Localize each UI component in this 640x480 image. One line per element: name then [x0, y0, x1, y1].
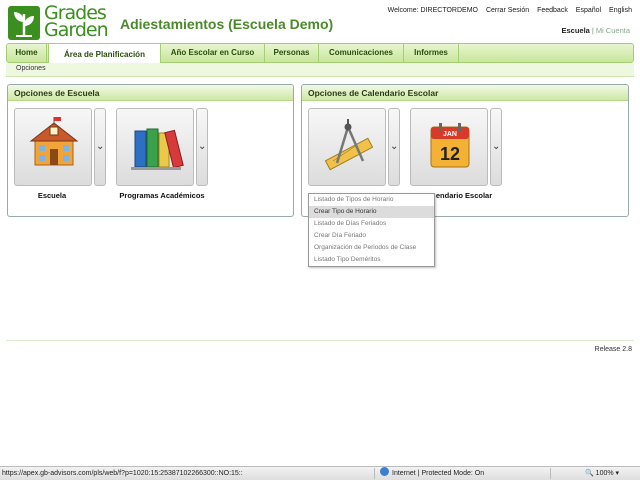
top-links: Welcome: DIRECTORDEMO Cerrar Sesión Feed…	[382, 7, 632, 14]
school-tile-label[interactable]: Escuela	[2, 191, 102, 200]
menu-item-listado-tipos-horario[interactable]: Listado de Tipos de Horario	[309, 194, 434, 206]
academic-programs-tile-label[interactable]: Programas Académicos	[112, 191, 212, 200]
context-mi-cuenta-link[interactable]: Mi Cuenta	[596, 26, 630, 35]
school-tile[interactable]	[14, 108, 92, 186]
tab-home[interactable]: Home	[7, 44, 47, 62]
drafting-tools-icon	[324, 119, 374, 171]
schedule-types-dropdown-menu: Listado de Tipos de Horario Crear Tipo d…	[308, 193, 435, 267]
books-icon	[131, 128, 184, 170]
english-link[interactable]: English	[609, 7, 632, 14]
schedule-types-tile-dropdown[interactable]: ⌄	[388, 108, 400, 186]
browser-status-bar: https://apex.gb-advisors.com/pls/web/f?p…	[0, 466, 640, 480]
chevron-down-icon: ⌄	[96, 141, 105, 152]
release-version: Release 2.8	[594, 346, 632, 353]
academic-programs-tile-dropdown[interactable]: ⌄	[196, 108, 208, 186]
page-title: Adiestamientos (Escuela Demo)	[120, 16, 334, 32]
menu-item-organizacion-periodos[interactable]: Organización de Periodos de Clase	[309, 242, 434, 254]
logo-leaf-icon	[8, 6, 40, 40]
tab-personas[interactable]: Personas	[265, 44, 319, 62]
chevron-down-icon: ⌄	[198, 141, 207, 152]
sub-nav: Opciones	[6, 63, 634, 77]
school-building-icon	[29, 117, 79, 166]
school-calendar-tile-dropdown[interactable]: ⌄	[490, 108, 502, 186]
footer-divider	[6, 340, 634, 341]
main-nav: Home Área de Planificación Año Escolar e…	[6, 43, 634, 64]
security-zone-text: Internet | Protected Mode: On	[392, 470, 485, 477]
school-calendar-tile[interactable]: JAN 12	[410, 108, 488, 186]
welcome-text: Welcome: DIRECTORDEMO	[387, 7, 478, 14]
status-separator	[550, 468, 551, 479]
feedback-link[interactable]: Feedback	[537, 7, 568, 14]
academic-programs-tile[interactable]	[116, 108, 194, 186]
menu-item-crear-tipo-horario[interactable]: Crear Tipo de Horario	[309, 206, 434, 218]
globe-icon	[380, 467, 389, 476]
school-tile-dropdown[interactable]: ⌄	[94, 108, 106, 186]
logout-link[interactable]: Cerrar Sesión	[486, 7, 529, 14]
school-options-panel: Opciones de Escuela ⌄ Escuela ⌄ Programa…	[7, 84, 294, 217]
tab-area-planificacion[interactable]: Área de Planificación	[48, 43, 161, 64]
chevron-down-icon: ⌄	[390, 141, 399, 152]
menu-item-crear-dia-feriado[interactable]: Crear Día Feriado	[309, 230, 434, 242]
status-url: https://apex.gb-advisors.com/pls/web/f?p…	[2, 470, 243, 477]
logo-text-garden: Garden	[44, 19, 109, 41]
zoom-control[interactable]: 🔍 100% ▾	[585, 467, 619, 480]
context-switch: Escuela | Mi Cuenta	[561, 26, 631, 35]
panel-title: Opciones de Escuela	[8, 85, 293, 101]
menu-item-listado-tipo-demeritos[interactable]: Listado Tipo Deméritos	[309, 254, 434, 266]
chevron-down-icon: ⌄	[492, 141, 501, 152]
tab-comunicaciones[interactable]: Comunicaciones	[319, 44, 404, 62]
chevron-down-icon: ▾	[615, 470, 620, 477]
status-separator	[374, 468, 375, 479]
calendar-icon: JAN 12	[430, 123, 470, 168]
calendar-month-text: JAN	[443, 131, 457, 138]
tab-informes[interactable]: Informes	[404, 44, 459, 62]
panel-title: Opciones de Calendario Escolar	[302, 85, 628, 101]
zoom-level: 100%	[595, 470, 614, 477]
context-escuela-link[interactable]: Escuela	[562, 26, 590, 35]
magnifier-icon: 🔍	[585, 470, 594, 477]
calendar-day-text: 12	[440, 144, 460, 164]
security-zone[interactable]: Internet | Protected Mode: On	[380, 467, 484, 480]
subnav-opciones[interactable]: Opciones	[16, 65, 46, 72]
grades-garden-logo[interactable]: Grades Garden	[8, 4, 112, 42]
tab-ano-escolar[interactable]: Año Escolar en Curso	[161, 44, 265, 62]
spanish-link[interactable]: Español	[576, 7, 601, 14]
menu-item-listado-dias-feriados[interactable]: Listado de Días Feriados	[309, 218, 434, 230]
logo-text: Grades Garden	[44, 4, 109, 41]
schedule-types-tile[interactable]	[308, 108, 386, 186]
